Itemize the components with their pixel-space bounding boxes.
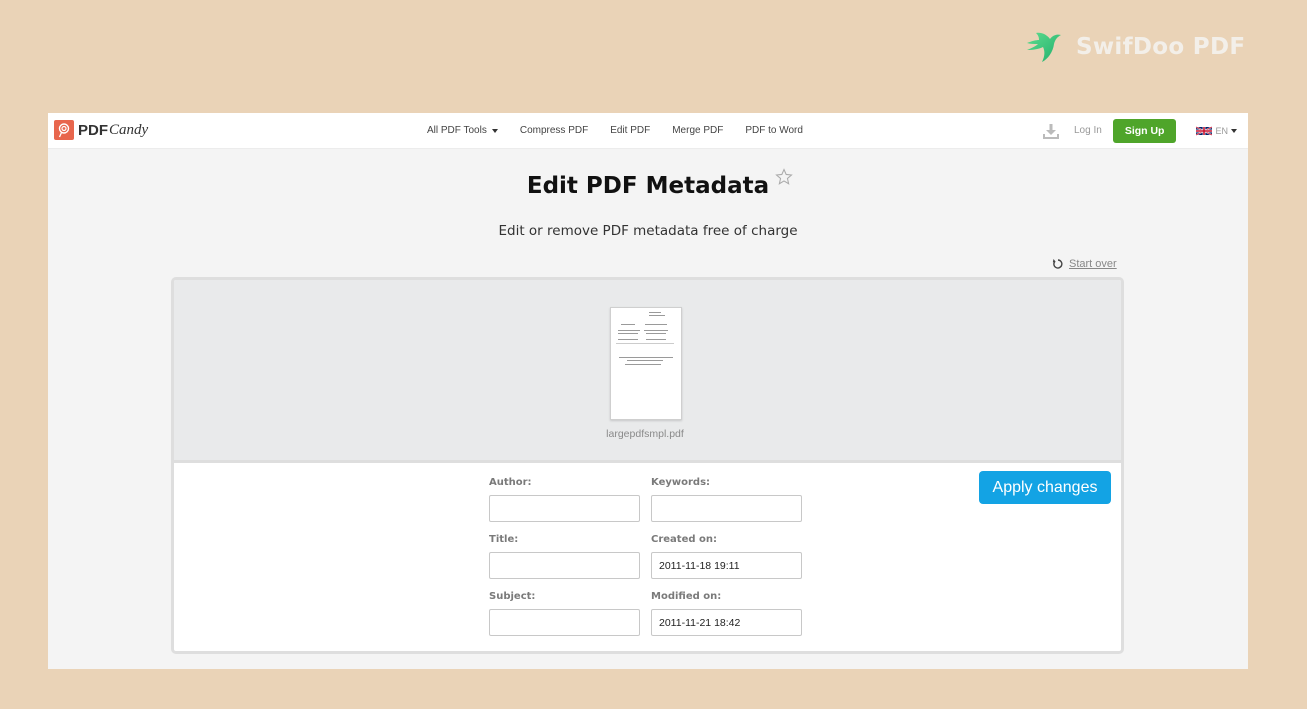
caret-down-icon: [1231, 128, 1237, 133]
uk-flag-icon: [1196, 125, 1213, 136]
nav-actions: Log In Sign Up EN: [1042, 113, 1248, 148]
language-label: EN: [1215, 125, 1228, 136]
modified-on-label: Modified on:: [651, 591, 722, 602]
page-title: Edit PDF Metadata: [526, 168, 793, 199]
created-on-field-group: Created on:: [651, 534, 802, 579]
logo-pdf-text: PDF: [78, 121, 108, 139]
main-nav: All PDF Tools Compress PDF Edit PDF Merg…: [427, 113, 825, 148]
modified-on-field-group: Modified on:: [651, 591, 802, 636]
keywords-label: Keywords:: [651, 477, 711, 488]
nav-edit-pdf[interactable]: Edit PDF: [610, 125, 650, 136]
subject-field-group: Subject:: [489, 591, 640, 636]
swifdoo-brand-text: SwifDoo PDF: [1076, 34, 1246, 60]
pdfcandy-logo[interactable]: PDF Candy: [54, 120, 148, 140]
restart-icon: [1052, 259, 1063, 269]
start-over-label: Start over: [1069, 258, 1117, 270]
created-on-input[interactable]: [651, 552, 802, 579]
editor-panel: largepdfsmpl.pdf Author: Keywords: Title…: [171, 277, 1124, 654]
start-over-link[interactable]: Start over: [1052, 258, 1117, 270]
star-icon[interactable]: [775, 168, 793, 186]
file-name: largepdfsmpl.pdf: [606, 428, 684, 440]
file-preview-area: largepdfsmpl.pdf: [174, 280, 1121, 463]
signup-button[interactable]: Sign Up: [1112, 118, 1177, 143]
top-navbar: PDF Candy All PDF Tools Compress PDF Edi…: [48, 113, 1248, 149]
pdfcandy-page: PDF Candy All PDF Tools Compress PDF Edi…: [48, 113, 1248, 669]
nav-pdf-to-word[interactable]: PDF to Word: [745, 125, 803, 136]
keywords-field-group: Keywords:: [651, 477, 802, 522]
apply-changes-button[interactable]: Apply changes: [979, 471, 1111, 504]
subject-label: Subject:: [489, 591, 536, 602]
subject-input[interactable]: [489, 609, 640, 636]
metadata-form: Author: Keywords: Title: Created on: Sub…: [174, 463, 1121, 651]
nav-merge-pdf[interactable]: Merge PDF: [672, 125, 723, 136]
page-subtitle: Edit or remove PDF metadata free of char…: [498, 223, 798, 239]
swifdoo-watermark: SwifDoo PDF: [1026, 30, 1245, 64]
swallow-logo-icon: [1027, 32, 1061, 62]
title-label: Title:: [489, 534, 519, 545]
title-input[interactable]: [489, 552, 640, 579]
created-on-label: Created on:: [651, 534, 717, 545]
keywords-input[interactable]: [651, 495, 802, 522]
language-selector[interactable]: EN: [1196, 125, 1237, 137]
author-field-group: Author:: [489, 477, 640, 522]
nav-all-pdf-tools-label: All PDF Tools: [427, 125, 487, 136]
title-block: Edit PDF Metadata: [48, 168, 1248, 199]
title-field-group: Title:: [489, 534, 640, 579]
login-link[interactable]: Log In: [1074, 125, 1102, 136]
download-icon[interactable]: [1042, 122, 1060, 140]
nav-compress-pdf[interactable]: Compress PDF: [520, 125, 588, 136]
nav-all-pdf-tools[interactable]: All PDF Tools: [427, 125, 498, 136]
author-label: Author:: [489, 477, 532, 488]
author-input[interactable]: [489, 495, 640, 522]
caret-down-icon: [491, 128, 498, 133]
logo-candy-text: Candy: [109, 121, 149, 138]
modified-on-input[interactable]: [651, 609, 802, 636]
lollipop-icon: [54, 120, 74, 140]
page-title-text: Edit PDF Metadata: [526, 173, 770, 199]
pdf-thumbnail[interactable]: [610, 307, 682, 420]
